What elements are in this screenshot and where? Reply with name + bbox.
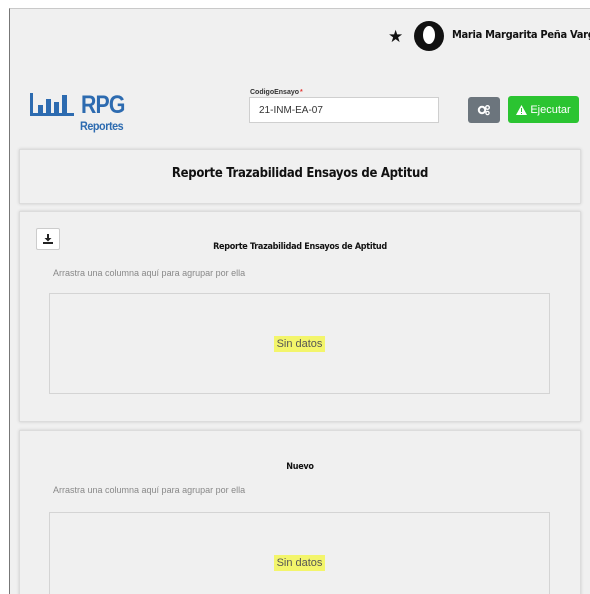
no-data-text: Sin datos: [50, 336, 549, 352]
grid-panel-1: Reporte Trazabilidad Ensayos de Aptitud …: [19, 211, 581, 422]
no-data-text: Sin datos: [50, 555, 549, 571]
gears-icon: [477, 105, 490, 116]
user-avatar-icon[interactable]: [414, 21, 444, 51]
logo-title: RPG: [81, 91, 125, 119]
app-logo: RPG Reportes: [28, 89, 148, 144]
settings-button[interactable]: [468, 97, 500, 123]
bar-chart-icon: [30, 93, 74, 116]
grid-body: Sin datos: [49, 512, 550, 594]
user-menu[interactable]: Maria Margarita Peña Vargas▼: [452, 28, 590, 41]
report-title: Reporte Trazabilidad Ensayos de Aptitud: [171, 166, 429, 181]
group-by-hint[interactable]: Arrastra una columna aquí para agrupar p…: [53, 268, 245, 278]
codigo-ensayo-input[interactable]: [249, 97, 439, 123]
report-title-panel: Reporte Trazabilidad Ensayos de Aptitud: [19, 149, 581, 204]
warning-icon: [516, 104, 528, 115]
group-by-hint[interactable]: Arrastra una columna aquí para agrupar p…: [53, 485, 245, 495]
app-window: ★ Maria Margarita Peña Vargas▼ RPG Repor…: [9, 8, 590, 594]
user-name: Maria Margarita Peña Vargas: [452, 28, 590, 41]
star-icon[interactable]: ★: [388, 27, 403, 47]
grid-panel-2: Nuevo Arrastra una columna aquí para agr…: [19, 430, 581, 594]
codigo-ensayo-label: CodigoEnsayo*: [250, 89, 303, 96]
grid-title: Reporte Trazabilidad Ensayos de Aptitud: [213, 242, 387, 252]
logo-subtitle: Reportes: [80, 119, 124, 133]
grid-body: Sin datos: [49, 293, 550, 394]
run-button-label: Ejecutar: [530, 103, 571, 116]
grid-title: Nuevo: [286, 462, 314, 472]
run-button[interactable]: Ejecutar: [508, 96, 579, 123]
